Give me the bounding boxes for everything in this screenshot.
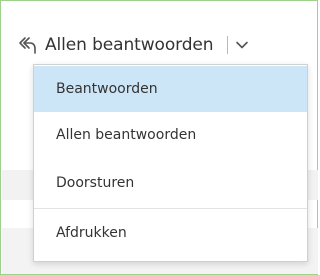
menu-separator (34, 208, 307, 209)
menu-item-label: Afdrukken (56, 225, 127, 241)
chevron-down-icon[interactable] (234, 37, 250, 53)
reply-all-split-button[interactable]: Allen beantwoorden (17, 30, 250, 60)
reply-dropdown-menu: Beantwoorden Allen beantwoorden Doorstur… (33, 64, 308, 262)
menu-item-label: Beantwoorden (56, 81, 158, 97)
menu-item-label: Doorsturen (56, 175, 135, 191)
menu-item-label: Allen beantwoorden (56, 127, 197, 143)
menu-item-beantwoorden[interactable]: Beantwoorden (34, 66, 307, 112)
reply-all-icon (17, 34, 39, 56)
menu-item-allen-beantwoorden[interactable]: Allen beantwoorden (34, 112, 307, 158)
split-divider (227, 36, 229, 54)
menu-item-doorsturen[interactable]: Doorsturen (34, 160, 307, 206)
menu-item-afdrukken[interactable]: Afdrukken (34, 210, 307, 256)
reply-all-label[interactable]: Allen beantwoorden (45, 35, 214, 55)
